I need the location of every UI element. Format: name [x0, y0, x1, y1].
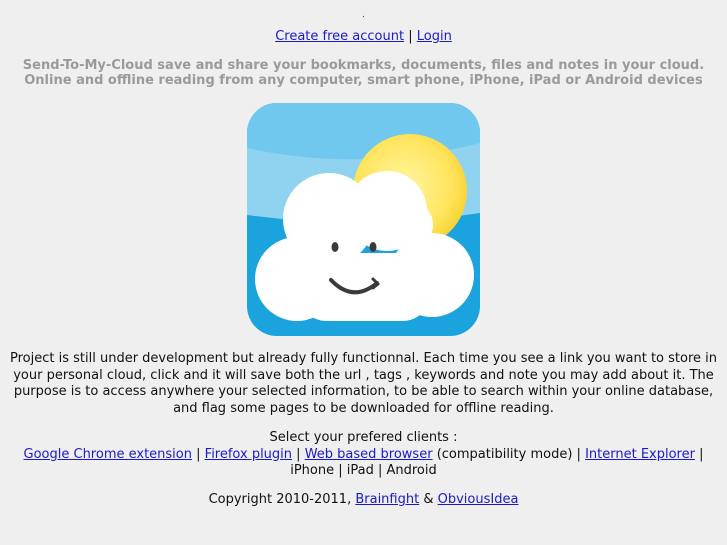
create-account-link[interactable]: Create free account	[275, 29, 404, 44]
login-link[interactable]: Login	[417, 29, 452, 44]
project-description: Project is still under development but a…	[10, 351, 717, 416]
clients-heading: Select your prefered clients :	[269, 430, 458, 445]
copyright-ampersand: &	[419, 492, 438, 507]
chrome-extension-link[interactable]: Google Chrome extension	[24, 447, 192, 462]
page: . Create free account | Login Send-To-My…	[0, 0, 727, 545]
web-browser-link[interactable]: Web based browser	[305, 447, 433, 462]
smiling-cloud-with-sun-icon	[247, 103, 480, 336]
auth-separator: |	[404, 29, 417, 44]
top-dot: .	[362, 10, 365, 20]
copyright-footer: Copyright 2010-2011, Brainfight & Obviou…	[0, 491, 727, 508]
clients-section: Select your prefered clients : Google Ch…	[8, 430, 719, 480]
obviousidea-link[interactable]: ObviousIdea	[438, 492, 519, 507]
clients-separator-2: |	[292, 446, 305, 462]
tagline-line-1: Send-To-My-Cloud save and share your boo…	[22, 58, 705, 73]
clients-links: Google Chrome extension | Firefox plugin…	[8, 447, 719, 480]
tagline: Send-To-My-Cloud save and share your boo…	[10, 58, 717, 88]
web-browser-note: (compatibility mode) |	[432, 446, 586, 462]
auth-links: Create free account | Login	[0, 28, 727, 45]
brainfight-link[interactable]: Brainfight	[355, 492, 419, 507]
clients-separator-1: |	[192, 446, 205, 462]
tagline-line-2: Online and offline reading from any comp…	[24, 73, 703, 88]
internet-explorer-link[interactable]: Internet Explorer	[585, 447, 695, 462]
copyright-prefix: Copyright 2010-2011,	[208, 492, 356, 507]
firefox-plugin-link[interactable]: Firefox plugin	[205, 447, 292, 462]
